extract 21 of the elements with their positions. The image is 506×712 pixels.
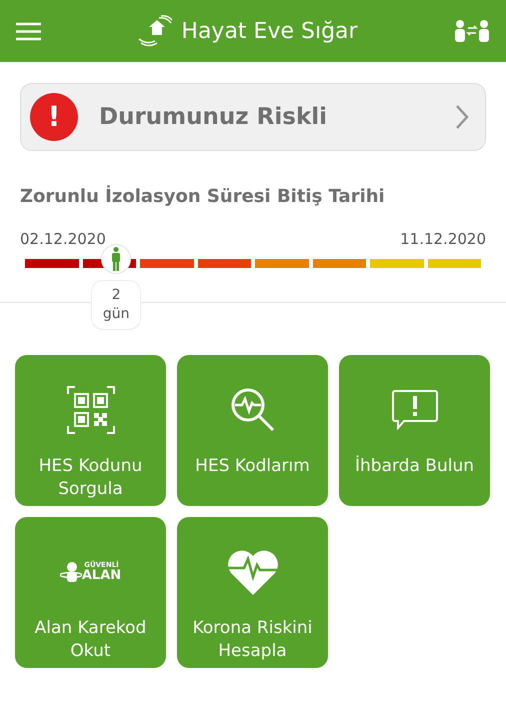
menu-tile[interactable]: İhbarda Bulun bbox=[339, 354, 490, 506]
person-icon bbox=[111, 246, 122, 270]
heart-pulse-icon bbox=[226, 548, 280, 596]
start-date: 02.12.2020 bbox=[20, 229, 106, 250]
alert-icon: ! bbox=[30, 93, 78, 141]
status-text: Durumunuz Riskli bbox=[99, 102, 328, 132]
speech-bubble-alert-icon bbox=[392, 390, 438, 430]
search-pulse-icon bbox=[230, 386, 276, 432]
house-hands-icon bbox=[137, 15, 174, 47]
menu-tile[interactable]: HES Kodlarım bbox=[177, 354, 328, 506]
app-title: Hayat Eve Sığar bbox=[181, 18, 358, 46]
status-card[interactable]: ! Durumunuz Riskli bbox=[20, 83, 486, 151]
qr-code-icon bbox=[66, 386, 114, 434]
section-title: Zorunlu İzolasyon Süresi Bitiş Tarihi bbox=[20, 184, 386, 209]
end-date: 11.12.2020 bbox=[400, 229, 486, 250]
menu-tile[interactable]: Korona Riskini Hesapla bbox=[177, 516, 328, 668]
people-swap-icon[interactable] bbox=[454, 19, 490, 43]
days-bubble: 2 gün bbox=[91, 280, 142, 330]
chevron-right-icon bbox=[455, 104, 469, 130]
menu-tile[interactable]: HES Kodunu Sorgula bbox=[15, 354, 166, 506]
menu-icon[interactable] bbox=[16, 22, 41, 40]
